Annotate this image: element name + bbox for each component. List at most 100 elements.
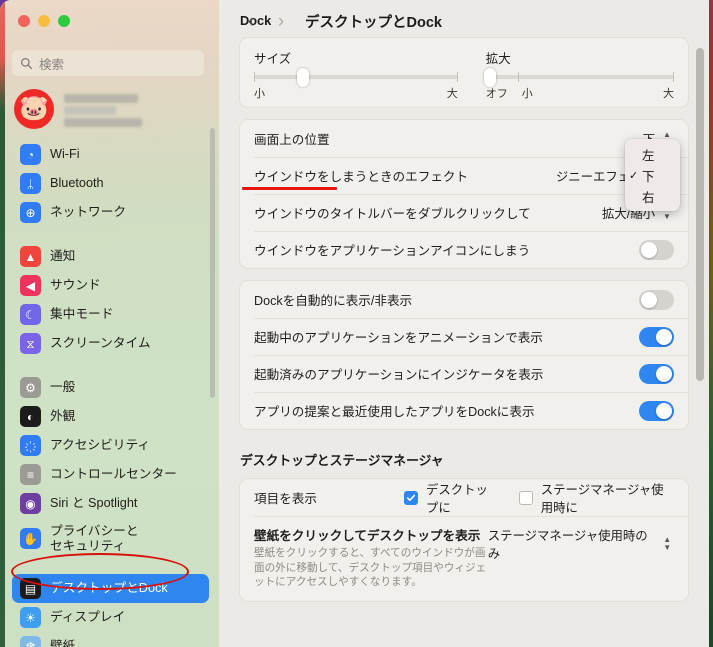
magnification-min-label: 小 (521, 88, 533, 100)
click-wallpaper-popup[interactable]: ステージマネージャ使用時のみ ▲ ▼ (488, 525, 674, 562)
annotation-red-ellipse (11, 553, 189, 590)
search-input[interactable]: 検索 (12, 50, 204, 76)
navigation-bar: ‹ › デスクトップとDock (219, 0, 709, 42)
minimize-into-app-icon-toggle[interactable] (639, 239, 674, 260)
show-indicators-toggle[interactable] (639, 363, 674, 384)
dock-magnification-label: 拡大 (485, 52, 511, 66)
sidebar-item-label: 壁紙 (50, 639, 76, 647)
gear-icon: ⚙ (20, 377, 41, 398)
sidebar-item-accessibility[interactable]: ҉ アクセシビリティ (12, 431, 209, 460)
dock-magnification-slider[interactable] (483, 68, 674, 87)
checkbox-on-desktop[interactable]: デスクトップに (404, 480, 497, 516)
main-scrollbar-thumb[interactable] (696, 48, 704, 381)
annotation-red-underline (242, 187, 337, 190)
main-pane: ‹ › デスクトップとDock Dock サイズ 小 大 拡大 オフ 小 大 画… (219, 0, 709, 647)
stage-manager-card: 項目を表示 デスクトップに ステージマネージャ使用時に 壁紙をクリックしてデスク… (239, 478, 689, 602)
bluetooth-icon: ᛦ (20, 173, 41, 194)
menu-item-position-2[interactable]: 右 (625, 186, 680, 207)
sidebar-item-speaker[interactable]: ◀ サウンド (12, 271, 209, 300)
checkbox-in-stage-manager-label: ステージマネージャ使用時に (540, 482, 664, 515)
sidebar-item-label: Siri と Spotlight (50, 496, 138, 510)
account-row[interactable]: 🐷 (14, 86, 204, 132)
sidebar-item-bluetooth[interactable]: ᛦ Bluetooth (12, 169, 209, 198)
chevron-updown-icon: ▲▼ (663, 535, 672, 552)
row-titlebar-doubleclick[interactable]: ウインドウのタイトルバーをダブルクリックして 拡大/縮小 ▲▼ (240, 194, 688, 231)
animate-opening-apps-label: 起動中のアプリケーションをアニメーションで表示 (254, 331, 543, 345)
show-suggested-apps-toggle[interactable] (639, 400, 674, 421)
moon-icon: ☾ (20, 304, 41, 325)
sidebar-item-label: Bluetooth (50, 176, 104, 190)
magnification-max-label: 大 (663, 88, 674, 100)
screen-position-label: 画面上の位置 (254, 133, 330, 147)
sidebar-group-separator (0, 358, 219, 373)
dock-window-options-card: 画面上の位置 下 ▲▼ ウインドウをしまうときのエフェクト ジニーエフェクト ▲… (239, 119, 689, 269)
sidebar-item-siri[interactable]: ◉ Siri と Spotlight (12, 489, 209, 518)
row-screen-position[interactable]: 画面上の位置 下 ▲▼ (240, 120, 688, 157)
sidebar-item-label: ディスプレイ (50, 610, 126, 624)
check-icon: ✓ (629, 170, 639, 182)
menu-item-label: 左 (642, 148, 655, 163)
menu-item-position-0[interactable]: 左 (625, 144, 680, 165)
checkbox-in-stage-manager[interactable]: ステージマネージャ使用時に (518, 480, 674, 516)
chevron-right-icon[interactable]: › (266, 8, 296, 34)
avatar: 🐷 (14, 89, 54, 129)
screen-position-dropdown-menu[interactable]: 左 ✓ 下右 (625, 139, 680, 211)
show-indicators-label: 起動済みのアプリケーションにインジケータを表示 (254, 368, 544, 382)
wallpaper-icon: ❆ (20, 636, 41, 647)
row-show-suggested-apps[interactable]: アプリの提案と最近使用したアプリをDockに表示 (240, 392, 688, 429)
sidebar-item-moon[interactable]: ☾ 集中モード (12, 300, 209, 329)
autohide-dock-toggle[interactable] (639, 289, 674, 310)
sidebar-item-label: Wi-Fi (50, 147, 80, 161)
dock-magnification-slider-knob[interactable] (483, 68, 496, 87)
sidebar-item-display-brightness[interactable]: ☀ ディスプレイ (12, 603, 209, 632)
dock-size-slider[interactable] (254, 68, 458, 87)
show-items-label: 項目を表示 (254, 492, 317, 506)
appearance-icon: ◐ (20, 406, 41, 427)
tick-min (254, 72, 255, 82)
dock-magnification-slider-group: 拡大 オフ 小 大 (472, 48, 688, 101)
autohide-dock-label: Dockを自動的に表示/非表示 (254, 294, 413, 308)
sidebar-item-hourglass[interactable]: ⧖ スクリーンタイム (12, 329, 209, 358)
sidebar-item-appearance[interactable]: ◐ 外観 (12, 402, 209, 431)
sidebar-item-wifi[interactable]: ◔ Wi-Fi (12, 140, 209, 169)
click-wallpaper-value: ステージマネージャ使用時のみ (487, 529, 648, 561)
section-heading-stage-manager: デスクトップとステージマネージャ (240, 453, 444, 468)
chevron-left-icon[interactable]: ‹ (236, 8, 266, 34)
magnification-off-label: オフ (485, 88, 508, 100)
sidebar-item-bell[interactable]: ▲ 通知 (12, 242, 209, 271)
click-wallpaper-label: 壁紙をクリックしてデスクトップを表示 (254, 529, 481, 543)
checkbox-on-desktop-box[interactable] (404, 490, 418, 505)
menu-item-label: 下 (642, 169, 655, 184)
menu-item-position-1[interactable]: ✓ 下 (625, 165, 680, 186)
show-suggested-apps-label: アプリの提案と最近使用したアプリをDockに表示 (254, 405, 535, 419)
control-center-icon: ≡ (20, 464, 41, 485)
row-show-indicators[interactable]: 起動済みのアプリケーションにインジケータを表示 (240, 355, 688, 392)
dock-size-slider-knob[interactable] (296, 68, 309, 87)
wifi-icon: ◔ (20, 144, 41, 165)
titlebar-doubleclick-label: ウインドウのタイトルバーをダブルクリックして (254, 207, 531, 221)
row-minimize-into-app-icon[interactable]: ウインドウをアプリケーションアイコンにしまう (240, 231, 688, 268)
sidebar-item-wallpaper[interactable]: ❆ 壁紙 (12, 632, 209, 647)
checkbox-in-stage-manager-box[interactable] (518, 490, 533, 505)
sidebar-item-control-center[interactable]: ≡ コントロールセンター (12, 460, 209, 489)
click-wallpaper-description: 壁紙をクリックすると、すべてのウインドウが画面の外に移動して、デスクトップ項目や… (254, 547, 487, 589)
menu-item-label: 右 (642, 190, 655, 205)
row-autohide-dock[interactable]: Dockを自動的に表示/非表示 (240, 281, 688, 318)
sidebar: 検索 🐷 ◔ Wi-Fi ᛦ Bluetooth ⊕ ネットワーク ▲ 通知 ◀ サウンド ☾ 集中モ… (0, 0, 219, 647)
animate-opening-apps-toggle[interactable] (639, 326, 674, 347)
sidebar-item-label: コントロールセンター (50, 467, 177, 481)
sidebar-item-label: 通知 (50, 249, 76, 263)
sidebar-item-network-globe[interactable]: ⊕ ネットワーク (12, 198, 209, 227)
close-button[interactable] (18, 15, 30, 27)
page-title: デスクトップとDock (305, 14, 442, 31)
system-settings-window: 検索 🐷 ◔ Wi-Fi ᛦ Bluetooth ⊕ ネットワーク ▲ 通知 ◀ サウンド ☾ 集中モ… (0, 0, 709, 647)
traffic-lights (18, 15, 70, 27)
sidebar-scrollbar[interactable] (210, 128, 215, 398)
sidebar-item-label: 集中モード (50, 307, 114, 321)
zoom-button[interactable] (58, 15, 70, 27)
tick-max (456, 72, 458, 82)
sidebar-item-label: 外観 (50, 409, 76, 423)
minimize-button[interactable] (38, 15, 50, 27)
sidebar-item-gear[interactable]: ⚙ 一般 (12, 373, 209, 402)
row-animate-opening-apps[interactable]: 起動中のアプリケーションをアニメーションで表示 (240, 318, 688, 355)
